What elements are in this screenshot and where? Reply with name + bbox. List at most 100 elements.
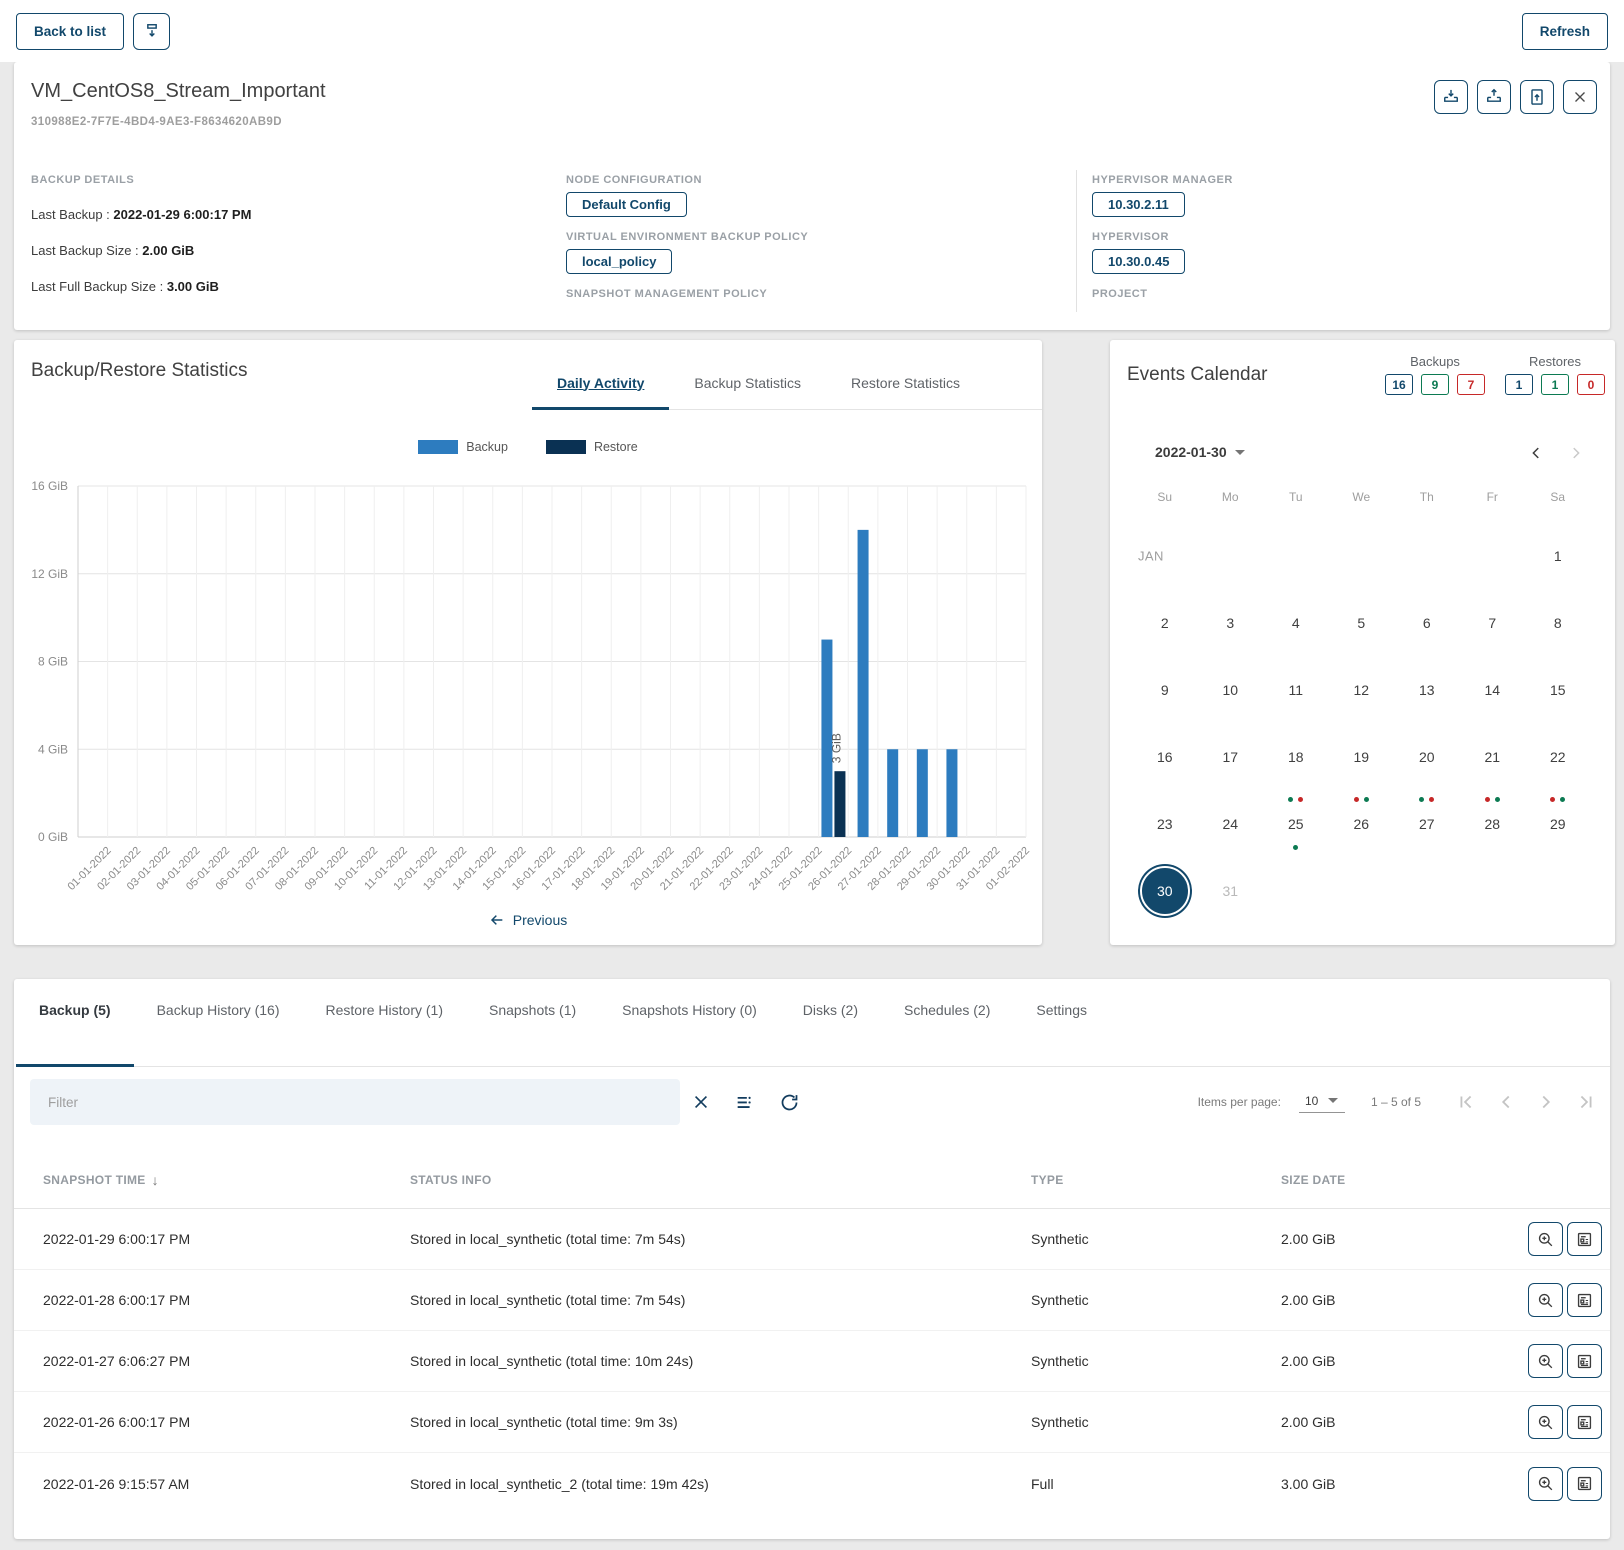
hypervisor-manager-chip[interactable]: 10.30.2.11 <box>1092 192 1185 217</box>
cell-actions <box>1528 1283 1611 1317</box>
calendar-day-26[interactable]: 26 <box>1336 799 1386 849</box>
calendar-prev-button[interactable] <box>1523 440 1549 466</box>
refresh-button[interactable]: Refresh <box>1522 13 1608 50</box>
vm-action-buttons <box>1434 80 1597 114</box>
daily-activity-chart: 0 GiB4 GiB8 GiB12 GiB16 GiB01-01-202202-… <box>14 466 1042 910</box>
calendar-day-30[interactable]: 30 <box>1140 866 1190 916</box>
calendar-day-10[interactable]: 10 <box>1205 665 1255 715</box>
column-header-status-info[interactable]: STATUS INFO <box>410 1173 1031 1187</box>
snapshot-report-button[interactable] <box>1567 1222 1602 1256</box>
calendar-day-2[interactable]: 2 <box>1140 598 1190 648</box>
backup-now-button[interactable] <box>1434 80 1468 114</box>
calendar-day-31[interactable]: 31 <box>1205 866 1255 916</box>
calendar-day-20[interactable]: 20 <box>1402 732 1452 782</box>
svg-text:0 GiB: 0 GiB <box>38 830 68 844</box>
calendar-day-18[interactable]: 18 <box>1271 732 1321 782</box>
tab-restore-statistics[interactable]: Restore Statistics <box>826 356 985 409</box>
calendar-day-16[interactable]: 16 <box>1140 732 1190 782</box>
calendar-date-selector[interactable]: 2022-01-30 <box>1155 444 1245 460</box>
items-per-page-select[interactable]: 10 <box>1299 1092 1345 1113</box>
calendar-cell: 9 <box>1132 656 1198 723</box>
cell-status-info: Stored in local_synthetic (total time: 7… <box>410 1292 1031 1308</box>
calendar-day-9[interactable]: 9 <box>1140 665 1190 715</box>
filter-input[interactable] <box>30 1095 680 1110</box>
backup-policy-chip[interactable]: local_policy <box>566 249 672 274</box>
calendar-day-28[interactable]: 28 <box>1467 799 1517 849</box>
calendar-day-23[interactable]: 23 <box>1140 799 1190 849</box>
first-page-button[interactable] <box>1453 1090 1478 1115</box>
table-row[interactable]: 2022-01-28 6:00:17 PM Stored in local_sy… <box>14 1270 1610 1331</box>
calendar-day-22[interactable]: 22 <box>1533 732 1583 782</box>
tab-backup-history-16[interactable]: Backup History (16) <box>134 979 303 1066</box>
legend-item: Backup <box>418 440 508 454</box>
browse-snapshot-icon <box>1536 1413 1555 1432</box>
tab-snapshots-1[interactable]: Snapshots (1) <box>466 979 599 1066</box>
calendar-day-15[interactable]: 15 <box>1533 665 1583 715</box>
file-recovery-button[interactable] <box>1520 80 1554 114</box>
tab-daily-activity[interactable]: Daily Activity <box>532 356 669 409</box>
tab-backup-5[interactable]: Backup (5) <box>16 979 134 1066</box>
table-row[interactable]: 2022-01-26 6:00:17 PM Stored in local_sy… <box>14 1392 1610 1453</box>
remove-button[interactable] <box>1563 80 1597 114</box>
calendar-cell <box>1394 857 1460 924</box>
browse-snapshot-button[interactable] <box>1528 1222 1563 1256</box>
tab-backup-statistics[interactable]: Backup Statistics <box>669 356 826 409</box>
calendar-day-7[interactable]: 7 <box>1467 598 1517 648</box>
node-config-chip[interactable]: Default Config <box>566 192 687 217</box>
collapse-panel-button[interactable] <box>133 13 170 50</box>
tab-restore-history-1[interactable]: Restore History (1) <box>303 979 466 1066</box>
browse-snapshot-button[interactable] <box>1528 1344 1563 1378</box>
calendar-day-1[interactable]: 1 <box>1533 531 1583 581</box>
calendar-day-27[interactable]: 27 <box>1402 799 1452 849</box>
column-options-button[interactable] <box>732 1089 758 1115</box>
back-to-list-button[interactable]: Back to list <box>16 13 124 50</box>
browse-snapshot-button[interactable] <box>1528 1467 1563 1501</box>
browse-snapshot-button[interactable] <box>1528 1283 1563 1317</box>
next-page-button[interactable] <box>1533 1090 1558 1115</box>
browse-snapshot-button[interactable] <box>1528 1405 1563 1439</box>
calendar-day-6[interactable]: 6 <box>1402 598 1452 648</box>
restore-button[interactable] <box>1477 80 1511 114</box>
snapshot-report-button[interactable] <box>1567 1467 1602 1501</box>
column-header-size-date[interactable]: SIZE DATE <box>1281 1173 1528 1187</box>
snapshot-report-button[interactable] <box>1567 1405 1602 1439</box>
calendar-day-4[interactable]: 4 <box>1271 598 1321 648</box>
backup-download-icon <box>1441 87 1461 107</box>
legend-swatch <box>546 440 586 454</box>
tab-disks-2[interactable]: Disks (2) <box>780 979 881 1066</box>
previous-page-button[interactable] <box>1493 1090 1518 1115</box>
calendar-day-19[interactable]: 19 <box>1336 732 1386 782</box>
calendar-cell: 16 <box>1132 723 1198 790</box>
calendar-day-13[interactable]: 13 <box>1402 665 1452 715</box>
calendar-day-21[interactable]: 21 <box>1467 732 1517 782</box>
clear-filter-button[interactable] <box>688 1089 714 1115</box>
tab-settings[interactable]: Settings <box>1013 979 1110 1066</box>
calendar-day-17[interactable]: 17 <box>1205 732 1255 782</box>
calendar-day-11[interactable]: 11 <box>1271 665 1321 715</box>
calendar-next-button[interactable] <box>1563 440 1589 466</box>
calendar-day-8[interactable]: 8 <box>1533 598 1583 648</box>
hypervisor-chip[interactable]: 10.30.0.45 <box>1092 249 1185 274</box>
table-row[interactable]: 2022-01-29 6:00:17 PM Stored in local_sy… <box>14 1209 1610 1270</box>
calendar-day-14[interactable]: 14 <box>1467 665 1517 715</box>
table-row[interactable]: 2022-01-26 9:15:57 AM Stored in local_sy… <box>14 1453 1610 1514</box>
calendar-day-12[interactable]: 12 <box>1336 665 1386 715</box>
column-header-type[interactable]: TYPE <box>1031 1173 1281 1187</box>
tab-schedules-2[interactable]: Schedules (2) <box>881 979 1013 1066</box>
calendar-day-5[interactable]: 5 <box>1336 598 1386 648</box>
sort-desc-icon[interactable]: ↓ <box>152 1172 159 1188</box>
calendar-cell: 14 <box>1460 656 1526 723</box>
table-row[interactable]: 2022-01-27 6:06:27 PM Stored in local_sy… <box>14 1331 1610 1392</box>
tab-snapshots-history-0[interactable]: Snapshots History (0) <box>599 979 780 1066</box>
calendar-day-25[interactable]: 25 <box>1271 799 1321 849</box>
last-page-button[interactable] <box>1573 1090 1598 1115</box>
cell-type: Full <box>1031 1476 1281 1492</box>
reload-table-button[interactable] <box>776 1089 802 1115</box>
snapshot-report-button[interactable] <box>1567 1344 1602 1378</box>
column-header-snapshot-time[interactable]: SNAPSHOT TIME↓ <box>43 1172 410 1188</box>
calendar-day-24[interactable]: 24 <box>1205 799 1255 849</box>
snapshot-report-button[interactable] <box>1567 1283 1602 1317</box>
calendar-day-29[interactable]: 29 <box>1533 799 1583 849</box>
calendar-day-3[interactable]: 3 <box>1205 598 1255 648</box>
previous-period-button[interactable]: Previous <box>14 912 1042 928</box>
